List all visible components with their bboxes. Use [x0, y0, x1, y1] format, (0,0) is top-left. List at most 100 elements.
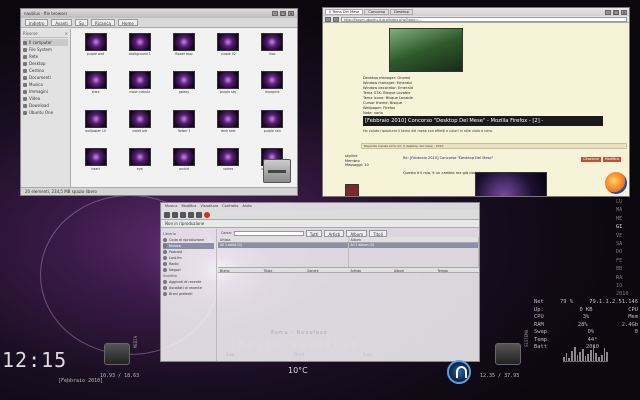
sidebar-item-network[interactable]: Rete	[23, 53, 68, 60]
sidebar-item-downloads[interactable]: Download	[23, 102, 68, 109]
artist-list[interactable]: All 1 artist (0)	[218, 243, 349, 267]
filter-artists-button[interactable]: Artisti	[324, 229, 345, 237]
all-albums-row[interactable]: All 1 album (0)	[348, 243, 478, 248]
sidebar-item-desktop[interactable]: Desktop	[23, 60, 68, 67]
menu-control[interactable]: Controllo	[222, 203, 238, 210]
file-thumbnail[interactable]: eye	[119, 147, 160, 183]
hard-drive-icon[interactable]	[104, 343, 130, 365]
all-artists-row[interactable]: All 1 artist (0)	[218, 243, 348, 248]
avatar	[345, 184, 359, 196]
file-thumbnail[interactable]: orchid	[163, 147, 204, 183]
file-thumbnail[interactable]: purple sky	[208, 71, 249, 106]
album-list[interactable]: All 1 album (0)	[348, 243, 479, 267]
sidebar-item-computer[interactable]: Il computer	[23, 39, 68, 46]
minimize-button[interactable]: –	[272, 11, 278, 16]
filter-albums-button[interactable]: Album	[346, 229, 368, 237]
forward-button[interactable]: Avanti	[51, 19, 72, 26]
file-thumbnail[interactable]: purple wall	[75, 33, 116, 68]
tab-1[interactable]: Il Tema Del Mese	[325, 9, 364, 15]
artist-column-header[interactable]: Artista	[349, 268, 393, 273]
time-column-header[interactable]: Tempo	[436, 268, 480, 273]
menu-view[interactable]: Visualizza	[200, 203, 218, 210]
quote-button[interactable]: Citazione	[581, 157, 601, 162]
maximize-button[interactable]: □	[613, 9, 619, 15]
desktop-screenshot-image[interactable]	[389, 28, 463, 72]
album-column-header[interactable]: Album	[349, 237, 479, 242]
file-thumbnail[interactable]: galaxy	[163, 71, 204, 106]
sidebar-item-music[interactable]: Musica	[23, 81, 68, 88]
filter-all-button[interactable]: Tutti	[305, 229, 323, 237]
previous-icon[interactable]	[172, 211, 178, 218]
file-thumbnail[interactable]: blueprint	[252, 71, 293, 106]
sysmon-row: RAM 28% 2.4Gb	[534, 322, 638, 330]
playlist-icon	[163, 292, 167, 296]
minimize-button[interactable]: –	[605, 9, 611, 15]
close-button[interactable]: ×	[621, 9, 627, 15]
lastfm-icon	[163, 256, 167, 260]
record-icon[interactable]	[204, 211, 210, 218]
menu-music[interactable]: Musica	[165, 203, 177, 210]
file-thumbnail[interactable]: flower mac	[163, 33, 204, 68]
file-thumbnail[interactable]: lilac	[252, 33, 293, 68]
file-thumbnail[interactable]: stars	[75, 71, 116, 106]
image-file-icon	[261, 109, 284, 128]
menu-edit[interactable]: Modifica	[181, 203, 196, 210]
close-sidebar-icon[interactable]: ×	[65, 31, 68, 37]
removable-drive-icon[interactable]	[263, 159, 291, 183]
reply-title-link[interactable]: Re: [Febbraio 2010] Concorso "Desktop De…	[403, 156, 493, 160]
sidebar-item-label: Download	[29, 103, 49, 108]
artist-column-header[interactable]: Artista	[218, 237, 349, 242]
file-thumbnail[interactable]: purple rain	[252, 109, 293, 145]
file-thumbnail[interactable]: moon nebula	[119, 71, 160, 106]
file-thumbnail[interactable]: flower 3	[163, 109, 204, 145]
up-button[interactable]: Su	[74, 19, 89, 26]
file-thumbnail[interactable]: purple 02	[208, 33, 249, 68]
shuffle-icon[interactable]	[196, 211, 202, 218]
file-thumbnail[interactable]: dark side	[208, 109, 249, 145]
music-player-launcher-icon[interactable]	[447, 360, 471, 384]
reload-button[interactable]: Ricarica	[91, 19, 115, 26]
forward-arrow-icon[interactable]: ›	[333, 16, 339, 22]
tab-2[interactable]: Concorso	[364, 9, 390, 15]
sidebar-item-filesystem[interactable]: File System	[23, 46, 68, 53]
next-icon[interactable]	[180, 211, 186, 218]
tab-3[interactable]: Desktop	[390, 9, 413, 15]
sidebar-item-stores[interactable]: Negozi	[163, 267, 214, 273]
file-thumbnail[interactable]: wallpaper 10	[75, 109, 116, 145]
album-column-header[interactable]: Album	[392, 268, 436, 273]
track-column-header[interactable]: Brano	[218, 268, 262, 273]
sidebar-item-trash[interactable]: Cestino	[23, 67, 68, 74]
file-thumbnail[interactable]: violet orb	[119, 109, 160, 145]
sysmon-value: 0	[634, 329, 638, 335]
edit-button[interactable]: Modifica	[602, 157, 621, 162]
repeat-icon[interactable]	[188, 211, 194, 218]
hard-drive-icon[interactable]	[495, 343, 521, 365]
weather-city: Roma - Nuvoloso	[270, 330, 328, 336]
url-field[interactable]: http://forum.ubuntu-it.org/index.php?top…	[341, 16, 627, 22]
close-button[interactable]: ×	[288, 11, 294, 16]
file-manager-window[interactable]: nautilus - file browser – □ × Indietro A…	[20, 8, 298, 196]
sidebar-item-ubuntu-one[interactable]: Ubuntu One	[23, 109, 68, 116]
file-manager-titlebar[interactable]: nautilus - file browser – □ ×	[21, 9, 297, 18]
back-button[interactable]: Indietro	[25, 19, 49, 26]
file-thumbnail[interactable]: background 1	[119, 33, 160, 68]
back-arrow-icon[interactable]: ‹	[325, 16, 331, 22]
firefox-titlebar[interactable]: Il Tema Del Mese Concorso Desktop – □ ×	[323, 8, 629, 16]
maximize-button[interactable]: □	[280, 11, 286, 16]
title-column-header[interactable]: Titolo	[262, 268, 306, 273]
sidebar-item-videos[interactable]: Video	[23, 95, 68, 102]
file-thumbnail[interactable]: heart	[75, 147, 116, 183]
menu-help[interactable]: Aiuto	[242, 203, 251, 210]
home-button[interactable]: Home	[117, 19, 138, 26]
filter-titles-button[interactable]: Titoli	[369, 229, 387, 237]
genre-column-header[interactable]: Genere	[305, 268, 349, 273]
firefox-window[interactable]: Il Tema Del Mese Concorso Desktop – □ × …	[322, 7, 630, 197]
play-icon[interactable]	[164, 211, 170, 218]
graph-bar	[581, 349, 584, 361]
search-input[interactable]	[233, 230, 304, 236]
reply-screenshot-image[interactable]	[475, 172, 547, 196]
sidebar-item-favorites[interactable]: Brani preferiti	[163, 291, 214, 297]
sidebar-item-pictures[interactable]: Immagini	[23, 88, 68, 95]
sidebar-item-documents[interactable]: Documenti	[23, 74, 68, 81]
file-thumbnail[interactable]: vortex	[208, 147, 249, 183]
